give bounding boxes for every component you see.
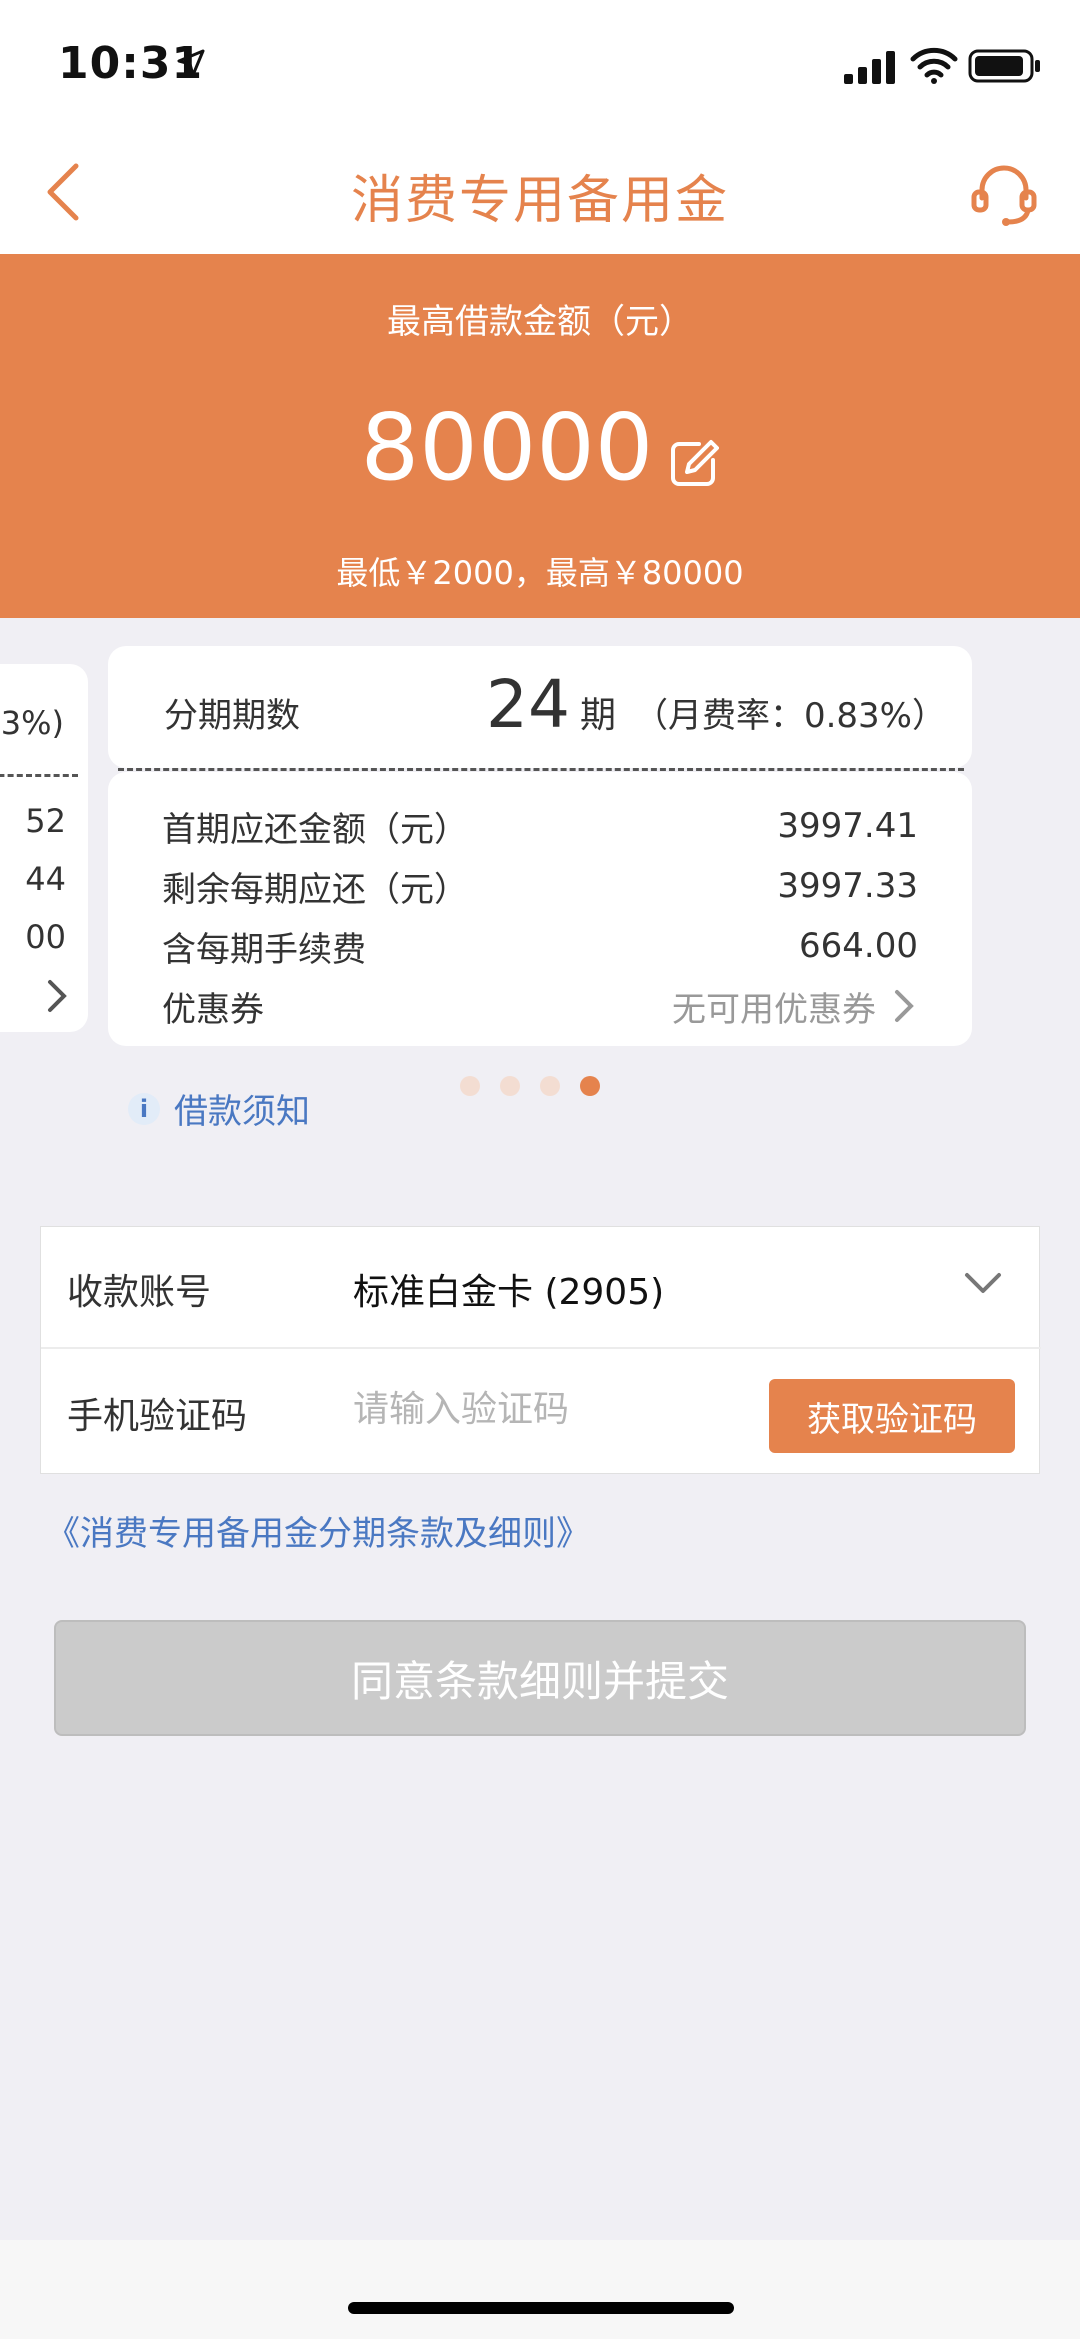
previous-plan-value: 44 [25, 860, 66, 898]
remaining-payment-row: 剩余每期应还（元） 3997.33 [162, 862, 918, 910]
coupon-label: 优惠券 [162, 989, 264, 1030]
amount-row: 80000 [0, 402, 1080, 494]
coupon-value[interactable]: 无可用优惠券 [672, 982, 918, 1031]
location-arrow-icon [177, 49, 205, 77]
get-code-button[interactable]: 获取验证码 [769, 1379, 1015, 1453]
previous-plan-rate: 83%) [0, 704, 64, 742]
loan-notice-label: 借款须知 [174, 1092, 310, 1132]
detail-value: 3997.33 [777, 866, 918, 906]
chevron-down-icon[interactable] [961, 1269, 1005, 1299]
home-indicator[interactable] [348, 2302, 734, 2314]
detail-value: 664.00 [799, 926, 918, 966]
carousel-dot[interactable] [500, 1076, 520, 1096]
verification-code-label: 手机验证码 [67, 1396, 248, 1437]
chevron-right-icon [895, 990, 914, 1022]
wifi-icon [910, 47, 958, 84]
plan-detail-card: 首期应还金额（元） 3997.41 剩余每期应还（元） 3997.33 含每期手… [108, 772, 972, 1046]
verification-code-input[interactable] [353, 1379, 773, 1439]
chevron-right-icon [48, 980, 67, 1012]
previous-plan-value: 52 [25, 802, 66, 840]
detail-label: 剩余每期应还（元） [162, 869, 468, 910]
terms-link[interactable]: 《消费专用备用金分期条款及细则》 [46, 1506, 590, 1555]
carousel-dot[interactable] [540, 1076, 560, 1096]
page-title: 消费专用备用金 [350, 171, 729, 231]
status-bar: 10:31 [0, 0, 1080, 130]
coupon-row[interactable]: 优惠券 无可用优惠券 [162, 982, 918, 1030]
coupon-status: 无可用优惠券 [672, 989, 876, 1030]
detail-label: 首期应还金额（元） [162, 809, 468, 850]
previous-plan-value: 00 [25, 918, 66, 956]
loan-amount-panel: 最高借款金额（元） 80000 最低￥2000，最高￥80000 [0, 254, 1080, 618]
nav-bar: 消费专用备用金 [0, 130, 1080, 254]
loan-notice-link[interactable]: i 借款须知 [128, 1084, 310, 1133]
previous-plan-card[interactable]: 83%) 52 44 00 [0, 664, 88, 1032]
detail-label: 含每期手续费 [162, 929, 366, 970]
first-payment-row: 首期应还金额（元） 3997.41 [162, 802, 918, 850]
plan-period-unit: 期 [579, 695, 616, 736]
fee-row: 含每期手续费 664.00 [162, 922, 918, 970]
max-amount-label: 最高借款金额（元） [387, 302, 693, 342]
carousel-dot-active[interactable] [580, 1076, 600, 1096]
battery-icon [968, 49, 1040, 83]
account-label: 收款账号 [67, 1272, 212, 1313]
info-icon: i [128, 1092, 160, 1125]
submit-button[interactable]: 同意条款细则并提交 [54, 1620, 1026, 1736]
dashed-divider [0, 774, 78, 777]
headset-support-icon[interactable] [968, 158, 1040, 230]
loan-amount-value: 80000 [360, 394, 654, 501]
receiving-form: 收款账号 标准白金卡 (2905) 手机验证码 获取验证码 [40, 1226, 1041, 1474]
signal-icon [844, 51, 895, 84]
plan-period-count: 24 [485, 666, 570, 743]
plan-period-label: 分期期数 [164, 696, 300, 736]
account-value[interactable]: 标准白金卡 (2905) [353, 1263, 664, 1315]
monthly-fee-rate: （月费率：0.83%） [633, 696, 946, 736]
carousel-dot[interactable] [460, 1076, 480, 1096]
plan-period-value: 24 期 （月费率：0.83%） [486, 666, 946, 743]
account-select-row[interactable]: 收款账号 标准白金卡 (2905) [41, 1227, 1041, 1349]
home-indicator-area [0, 2240, 1080, 2339]
amount-range-text: 最低￥2000，最高￥80000 [336, 554, 744, 592]
plan-period-card[interactable]: 分期期数 24 期 （月费率：0.83%） [108, 646, 972, 768]
verification-code-row: 手机验证码 获取验证码 [41, 1351, 1041, 1473]
dashed-divider [118, 768, 964, 771]
carousel-indicator [460, 1076, 620, 1096]
edit-icon[interactable] [669, 438, 720, 488]
detail-value: 3997.41 [777, 806, 918, 846]
